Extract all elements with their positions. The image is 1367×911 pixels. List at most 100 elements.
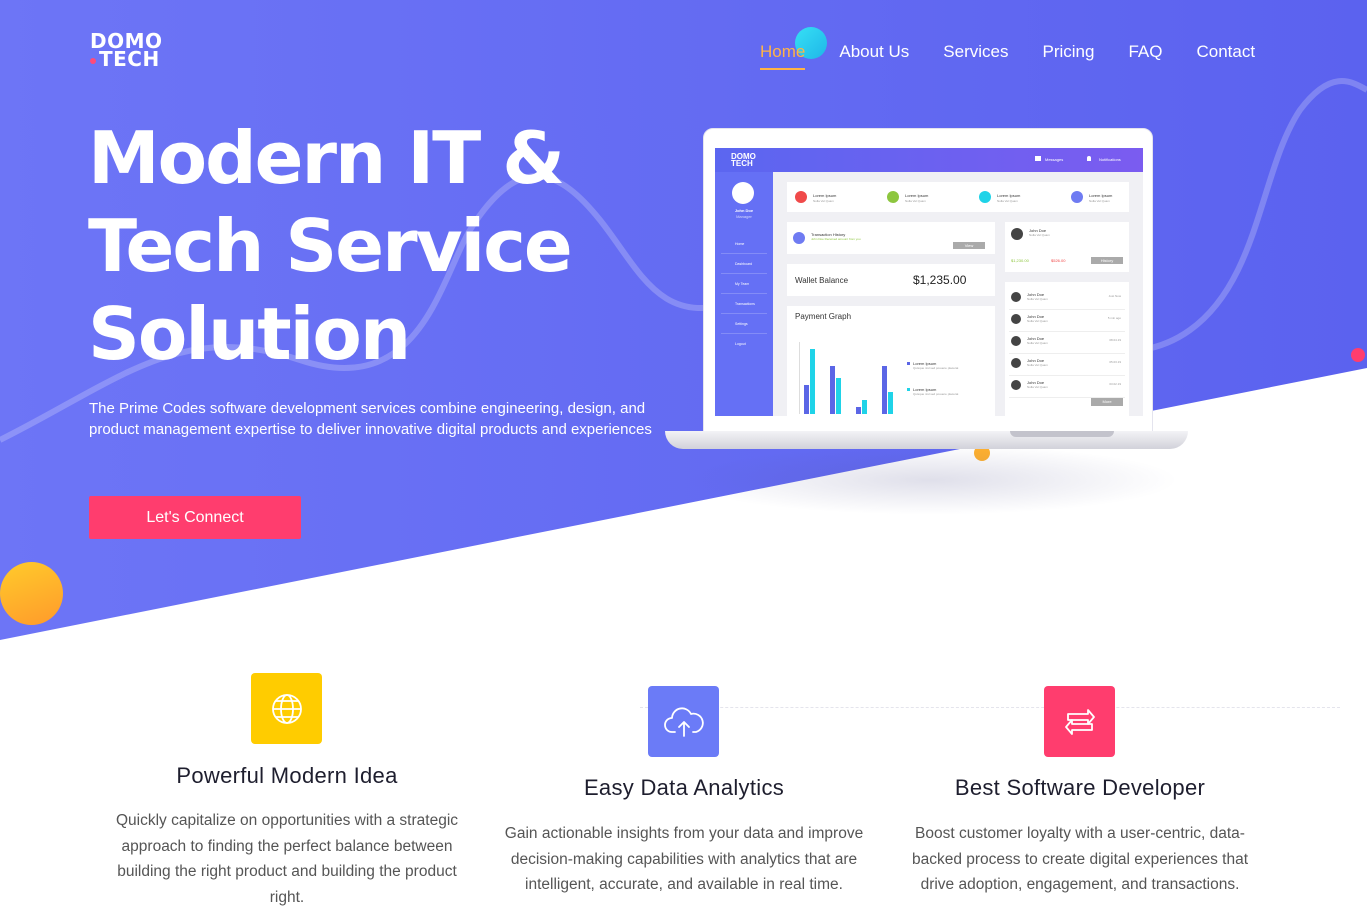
laptop-notch xyxy=(1010,431,1114,437)
profile-card: John Doe Nulla Vel Quam $1,230.00 $526.0… xyxy=(1005,222,1129,272)
swap-arrows-icon xyxy=(1044,686,1115,757)
decor-circle-orange-large xyxy=(0,562,63,625)
legend-text-1: Quisque nisl sed posuere placerat xyxy=(913,366,959,370)
list-item[interactable]: John Doe Nulla Vel Quam 05.03.19 xyxy=(1009,354,1125,376)
contacts-list: John Doe Nulla Vel Quam Just Now John Do… xyxy=(1005,288,1129,398)
stat-label-2: Lorem Ipsum xyxy=(905,193,929,198)
payment-chart xyxy=(799,342,910,414)
wallet-value: $1,235.00 xyxy=(913,273,967,287)
contact-time: 08.04.19 xyxy=(1109,338,1121,342)
stat-sub-4: Nulla Vel Quam xyxy=(1089,199,1110,203)
legend-text-2: Quisque nisl sed posuere placerat xyxy=(913,392,959,396)
side-item-settings[interactable]: Settings xyxy=(721,314,767,334)
dashboard-screen: DOMO TECH Messages Notifications John Do… xyxy=(715,148,1143,416)
nav-about-us[interactable]: About Us xyxy=(839,42,909,70)
stat-sub-3: Nulla Vel Quam xyxy=(997,199,1018,203)
profile-avatar xyxy=(1011,228,1023,240)
main-nav: Home About Us Services Pricing FAQ Conta… xyxy=(760,42,1255,70)
side-item-dashboard[interactable]: Dashboard xyxy=(721,254,767,274)
profile-up: $1,230.00 xyxy=(1011,258,1029,263)
chart-bar xyxy=(856,406,861,414)
history-button[interactable]: History xyxy=(1091,257,1123,264)
dashboard-logo: DOMO TECH xyxy=(731,153,756,168)
stat-dot-4 xyxy=(1071,191,1083,203)
contact-sub: Nulla Vel Quam xyxy=(1027,385,1048,389)
nav-home[interactable]: Home xyxy=(760,42,806,70)
feature-title-1: Powerful Modern Idea xyxy=(176,763,398,788)
legend-swatch-2 xyxy=(907,388,910,391)
transaction-sub: John Doe Received amount from you xyxy=(811,237,861,241)
notifications-label: Notifications xyxy=(1099,157,1121,162)
stat-dot-3 xyxy=(979,191,991,203)
contact-time: 03.02.19 xyxy=(1109,382,1121,386)
bell-icon xyxy=(1087,156,1091,161)
list-item[interactable]: John Doe Nulla Vel Quam 08.04.19 xyxy=(1009,332,1125,354)
list-item[interactable]: John Doe Nulla Vel Quam Just Now xyxy=(1009,288,1125,310)
payment-graph-card: Payment Graph Lorem Ipsum Quisque nisl s… xyxy=(787,306,995,416)
dashboard-topbar: DOMO TECH Messages Notifications xyxy=(715,148,1143,172)
chart-bar xyxy=(836,378,841,414)
feature-title-2: Easy Data Analytics xyxy=(583,775,785,800)
contact-time: 05.03.19 xyxy=(1109,360,1121,364)
contact-sub: Nulla Vel Quam xyxy=(1027,297,1048,301)
dashboard-sidebar: John Doe Manager Home Dashboard My Team … xyxy=(715,172,773,416)
stat-label-3: Lorem Ipsum xyxy=(997,193,1021,198)
hero-title-line3: Solution xyxy=(88,292,411,376)
side-item-logout[interactable]: Logout xyxy=(721,334,767,354)
side-item-my-team[interactable]: My Team xyxy=(721,274,767,294)
contact-avatar xyxy=(1011,358,1021,368)
stat-dot-2 xyxy=(887,191,899,203)
hero-title: Modern IT & Tech Service Solution xyxy=(88,114,708,378)
stat-sub-2: Nulla Vel Quam xyxy=(905,199,926,203)
contact-avatar xyxy=(1011,314,1021,324)
feature-desc-1: Quickly capitalize on opportunities with… xyxy=(115,812,459,906)
transaction-card: Transaction History John Doe Received am… xyxy=(787,222,995,254)
list-item[interactable]: John Doe Nulla Vel Quam 03.02.19 xyxy=(1009,376,1125,398)
hero-lead: The Prime Codes software development ser… xyxy=(89,400,652,438)
feature-desc-3: Boost customer loyalty with a user-centr… xyxy=(911,825,1249,893)
feature-title-3: Best Software Developer xyxy=(954,775,1206,800)
more-button[interactable]: More xyxy=(1091,398,1123,406)
brand-dot xyxy=(90,57,96,64)
nav-faq[interactable]: FAQ xyxy=(1128,42,1162,70)
chart-bar xyxy=(830,366,835,414)
contact-time: Just Now xyxy=(1108,294,1121,298)
laptop-shadow xyxy=(680,445,1180,515)
globe-icon xyxy=(251,673,322,744)
user-name: John Doe xyxy=(734,208,754,213)
list-item[interactable]: John Doe Nulla Vel Quam 5 min ago xyxy=(1009,310,1125,332)
contact-sub: Nulla Vel Quam xyxy=(1027,341,1048,345)
wallet-card: Wallet Balance $1,235.00 xyxy=(787,264,995,296)
brand-logo[interactable]: DOMO TECH xyxy=(90,31,163,69)
laptop-mockup: DOMO TECH Messages Notifications John Do… xyxy=(703,128,1153,434)
profile-sub: Nulla Vel Quam xyxy=(1029,233,1050,237)
nav-services[interactable]: Services xyxy=(943,42,1008,70)
view-button[interactable]: View xyxy=(953,242,985,249)
hero-title-line1: Modern IT & xyxy=(88,116,565,200)
contact-sub: Nulla Vel Quam xyxy=(1027,319,1048,323)
stat-label-1: Lorem Ipsum xyxy=(813,193,837,198)
hero-title-line2: Tech Service xyxy=(88,204,573,288)
legend-swatch-1 xyxy=(907,362,910,365)
nav-pricing[interactable]: Pricing xyxy=(1042,42,1094,70)
chart-bar xyxy=(888,392,893,414)
wallet-label: Wallet Balance xyxy=(795,276,849,285)
profile-down: $526.00 xyxy=(1051,258,1066,263)
messages-label: Messages xyxy=(1045,157,1064,162)
lets-connect-button[interactable]: Let's Connect xyxy=(89,496,301,539)
features-divider xyxy=(640,707,1340,708)
side-item-transactions[interactable]: Transactions xyxy=(721,294,767,314)
decor-circle-pink xyxy=(1351,348,1365,362)
feature-desc-2: Gain actionable insights from your data … xyxy=(504,825,864,893)
nav-contact[interactable]: Contact xyxy=(1196,42,1255,70)
user-role: Manager xyxy=(736,214,752,219)
contact-sub: Nulla Vel Quam xyxy=(1027,363,1048,367)
chart-bar xyxy=(810,349,815,414)
stat-sub-1: Nulla Vel Quam xyxy=(813,199,834,203)
chart-bar xyxy=(862,399,867,414)
chart-bar xyxy=(882,366,887,414)
stat-dot-1 xyxy=(795,191,807,203)
side-item-home[interactable]: Home xyxy=(721,234,767,254)
graph-title: Payment Graph xyxy=(795,312,852,321)
contact-avatar xyxy=(1011,336,1021,346)
